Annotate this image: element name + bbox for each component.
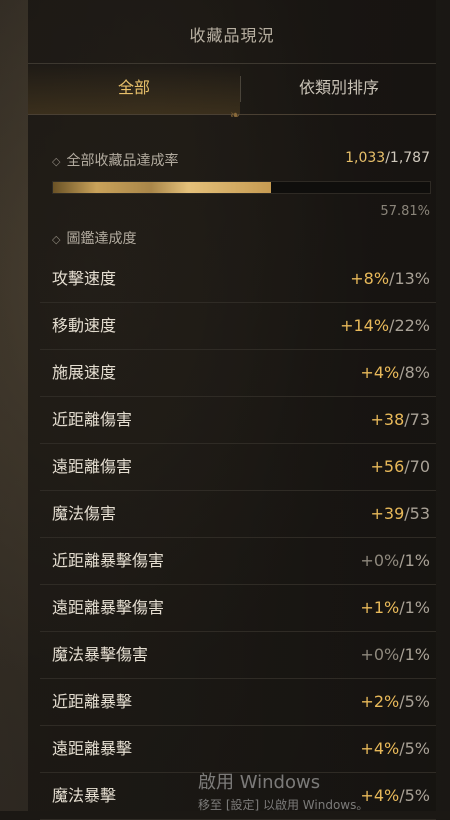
stat-row: 遠距離暴擊 +4%/5% bbox=[40, 726, 436, 773]
stat-row: 近距離暴擊 +2%/5% bbox=[40, 679, 436, 726]
tab-bar: 全部 依類別排序 ❧ bbox=[28, 64, 436, 122]
stat-name: 魔法暴擊 bbox=[52, 786, 117, 805]
stat-row: 近距離暴擊傷害 +0%/1% bbox=[40, 538, 436, 585]
stat-bonus: +0% bbox=[360, 551, 400, 570]
stat-row: 遠距離暴擊傷害 +1%/1% bbox=[40, 585, 436, 632]
watermark-subtitle: 移至 [設定] 以啟用 Windows。 bbox=[198, 798, 369, 812]
stat-value: +4%/5% bbox=[360, 726, 430, 772]
overall-rate-heading: ◇ 全部收藏品達成率 bbox=[52, 150, 178, 170]
stat-name: 遠距離傷害 bbox=[52, 457, 133, 476]
stat-value: +56/70 bbox=[370, 444, 430, 490]
diamond-icon: ◇ bbox=[52, 155, 61, 168]
stat-value: +0%/1% bbox=[360, 538, 430, 584]
stat-bonus: +4% bbox=[360, 363, 400, 382]
stat-value: +0%/1% bbox=[360, 632, 430, 678]
stat-bonus: +14% bbox=[340, 316, 390, 335]
watermark-title: 啟用 Windows bbox=[198, 772, 321, 793]
stat-name: 魔法傷害 bbox=[52, 504, 117, 523]
stat-value: +14%/22% bbox=[340, 303, 430, 349]
stat-row: 施展速度 +4%/8% bbox=[40, 350, 436, 397]
stat-name: 遠距離暴擊傷害 bbox=[52, 598, 165, 617]
stat-row: 遠距離傷害 +56/70 bbox=[40, 444, 436, 491]
stat-max: 13% bbox=[394, 269, 430, 288]
stat-list: 攻擊速度 +8%/13% 移動速度 +14%/22% 施展速度 +4%/8% 近距離傷害 +3… bbox=[40, 256, 436, 820]
overall-rate-value: 1,033/1,787 bbox=[345, 150, 430, 166]
stat-name: 魔法暴擊傷害 bbox=[52, 645, 149, 664]
stat-max: 1% bbox=[404, 598, 430, 617]
stat-name: 施展速度 bbox=[52, 363, 117, 382]
stat-max: 5% bbox=[404, 739, 430, 758]
panel-title: 收藏品現況 bbox=[189, 26, 275, 45]
stat-name: 近距離暴擊 bbox=[52, 692, 133, 711]
tab-by-category[interactable]: 依類別排序 bbox=[242, 64, 436, 114]
stat-max: 5% bbox=[404, 786, 430, 805]
stat-name: 近距離暴擊傷害 bbox=[52, 551, 165, 570]
stat-name: 遠距離暴擊 bbox=[52, 739, 133, 758]
stat-max: 73 bbox=[409, 410, 430, 429]
stat-row: 移動速度 +14%/22% bbox=[40, 303, 436, 350]
overall-total: 1,787 bbox=[389, 150, 430, 166]
overall-percent: 57.81% bbox=[380, 204, 430, 219]
stat-bonus: +38 bbox=[370, 410, 405, 429]
codex-label: 圖鑑達成度 bbox=[66, 231, 137, 247]
stat-value: +2%/5% bbox=[360, 679, 430, 725]
stat-bonus: +2% bbox=[360, 692, 400, 711]
stat-value: +4%/8% bbox=[360, 350, 430, 396]
diamond-icon: ◇ bbox=[52, 233, 61, 246]
progress-bar-fill bbox=[53, 182, 271, 193]
stat-name: 攻擊速度 bbox=[52, 269, 117, 288]
stat-max: 1% bbox=[404, 645, 430, 664]
stat-value: +8%/13% bbox=[350, 256, 430, 302]
stat-row: 魔法傷害 +39/53 bbox=[40, 491, 436, 538]
windows-activation-watermark: 啟用 Windows 移至 [設定] 以啟用 Windows。 bbox=[198, 768, 368, 813]
overall-current: 1,033 bbox=[345, 150, 386, 166]
stat-value: +38/73 bbox=[370, 397, 430, 443]
stat-row: 近距離傷害 +38/73 bbox=[40, 397, 436, 444]
stat-name: 近距離傷害 bbox=[52, 410, 133, 429]
tab-separator bbox=[240, 76, 241, 102]
stat-max: 8% bbox=[404, 363, 430, 382]
overall-rate-label: 全部收藏品達成率 bbox=[66, 153, 179, 169]
stat-value: +1%/1% bbox=[360, 585, 430, 631]
stat-row: 魔法暴擊傷害 +0%/1% bbox=[40, 632, 436, 679]
stat-bonus: +39 bbox=[370, 504, 405, 523]
stat-bonus: +4% bbox=[360, 739, 400, 758]
stat-max: 1% bbox=[404, 551, 430, 570]
ornament-icon: ❧ bbox=[229, 108, 241, 122]
stat-bonus: +8% bbox=[350, 269, 390, 288]
codex-heading: ◇ 圖鑑達成度 bbox=[52, 228, 136, 248]
stat-max: 22% bbox=[394, 316, 430, 335]
stat-max: 70 bbox=[409, 457, 430, 476]
stat-value: +39/53 bbox=[370, 491, 430, 537]
stat-name: 移動速度 bbox=[52, 316, 117, 335]
tab-all[interactable]: 全部 bbox=[28, 64, 240, 114]
stat-bonus: +1% bbox=[360, 598, 400, 617]
progress-bar bbox=[52, 181, 431, 194]
stat-bonus: +56 bbox=[370, 457, 405, 476]
stat-value: +4%/5% bbox=[360, 773, 430, 819]
stat-max: 5% bbox=[404, 692, 430, 711]
stat-row: 攻擊速度 +8%/13% bbox=[40, 256, 436, 303]
stat-max: 53 bbox=[409, 504, 430, 523]
stat-bonus: +0% bbox=[360, 645, 400, 664]
